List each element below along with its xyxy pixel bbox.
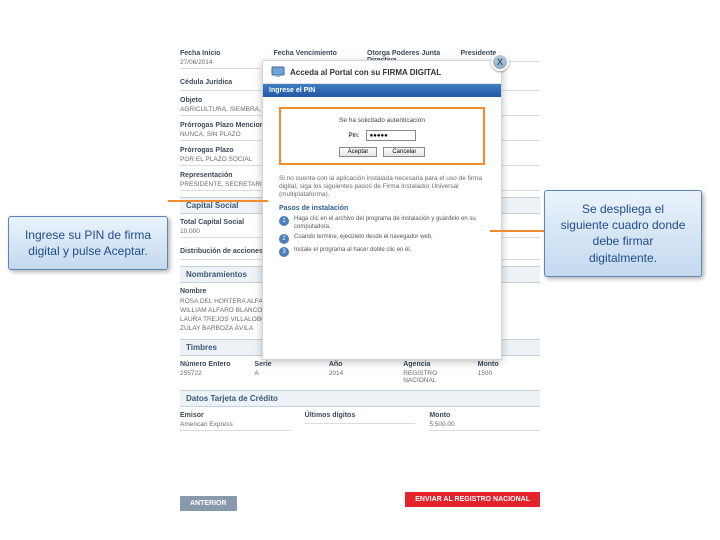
callout-left: Ingrese su PIN de firma digital y pulse …: [8, 216, 168, 270]
firma-digital-modal: X Acceda al Portal con su FIRMA DIGITAL …: [262, 60, 502, 360]
callout-right: Se despliega el siguiente cuadro donde d…: [544, 190, 702, 277]
aceptar-button[interactable]: Aceptar: [339, 147, 378, 157]
td-agencia: REGISTRO NACIONAL: [403, 370, 465, 384]
enviar-registro-button[interactable]: ENVIAR AL REGISTRO NACIONAL: [405, 492, 540, 507]
modal-body: Se ha solicitado autenticación Pin: Acep…: [263, 97, 501, 268]
modal-titlebar: Acceda al Portal con su FIRMA DIGITAL: [263, 61, 501, 84]
val-fecha-inicio: 27/06/2014: [180, 59, 260, 69]
step-txt-3: Instale el programa al hacer doble clic …: [294, 247, 485, 257]
th-serie: Serie: [254, 361, 316, 368]
td-ano: 2014: [329, 370, 391, 384]
install-step-2: 2 Cuando termine, ejecútelo desde el nave…: [279, 234, 485, 244]
val-ultimos: [305, 421, 416, 424]
th-numero: Número Entero: [180, 361, 242, 368]
modal-steps-header: Pasos de instalación: [279, 205, 485, 212]
lbl-fecha-venc: Fecha Vencimiento: [274, 50, 354, 57]
anterior-button[interactable]: ANTERIOR: [180, 496, 237, 511]
modal-bluebar: Ingrese el PIN: [263, 84, 501, 97]
th-agencia: Agencia: [403, 361, 465, 368]
step-num-1-icon: 1: [279, 216, 289, 226]
cancelar-button[interactable]: Cancelar: [383, 147, 425, 157]
lbl-monto-tc: Monto: [429, 412, 540, 419]
step-txt-2: Cuando termine, ejecútelo desde el naveg…: [294, 234, 485, 244]
td-numero: 255722: [180, 370, 242, 384]
modal-close-button[interactable]: X: [491, 53, 509, 71]
val-emisor: American Express: [180, 421, 291, 431]
leader-line-left: [168, 200, 268, 202]
th-monto: Monto: [478, 361, 540, 368]
step-num-3-icon: 3: [279, 247, 289, 257]
td-serie: A: [254, 370, 316, 384]
footer-bar: ANTERIOR ENVIAR AL REGISTRO NACIONAL: [180, 492, 540, 510]
pin-dialog-title: Se ha solicitado autenticación: [291, 117, 473, 124]
timbres-header-row: Número Entero Serie Año Agencia Monto: [180, 361, 540, 368]
install-step-3: 3 Instale el programa al hacer doble clic…: [279, 247, 485, 257]
lbl-fecha-inicio: Fecha Inicio: [180, 50, 260, 57]
lbl-emisor: Emisor: [180, 412, 291, 419]
pin-dialog: Se ha solicitado autenticación Pin: Acep…: [279, 107, 485, 165]
step-txt-1: Haga clic en el archivo del programa de …: [294, 216, 485, 230]
timbres-data-row: 255722 A 2014 REGISTRO NACIONAL 1500: [180, 370, 540, 384]
monitor-icon: [271, 66, 285, 78]
lbl-ultimos: Últimos dígitos: [305, 412, 416, 419]
hdr-tarjeta: Datos Tarjeta de Crédito: [180, 390, 540, 407]
step-num-2-icon: 2: [279, 234, 289, 244]
pin-label: Pin:: [348, 132, 359, 139]
modal-title: Acceda al Portal con su FIRMA DIGITAL: [290, 68, 441, 77]
leader-line-right: [490, 230, 548, 232]
th-ano: Año: [329, 361, 391, 368]
modal-paragraph: Si no cuenta con la aplicación instalada…: [279, 175, 485, 199]
val-monto-tc: 5,500.00: [429, 421, 540, 431]
td-monto: 1500: [478, 370, 540, 384]
pin-input[interactable]: [366, 130, 416, 141]
install-step-1: 1 Haga clic en el archivo del programa de…: [279, 216, 485, 230]
